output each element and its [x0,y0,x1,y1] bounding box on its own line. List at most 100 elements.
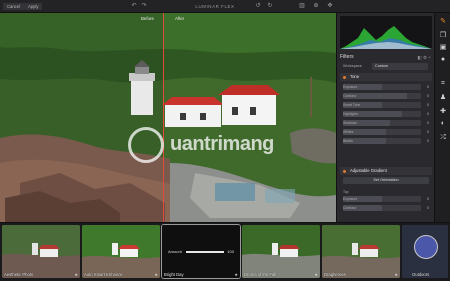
section-dot-icon [343,169,346,173]
after-label: After [175,16,185,21]
slider-exposure[interactable]: Exposure 0 [343,84,429,90]
gradient-section-title: Adjustable Gradient [350,168,387,173]
slider-whites[interactable]: Whites 0 [343,129,429,135]
presets-filmstrip: Aesthetic Photo ★ Auto Smart Enhance ★ A… [0,222,450,281]
rotate-right-icon[interactable]: ↻ [266,2,274,11]
slider-value: 0 [427,111,429,116]
preset-category-thumb[interactable]: Outdoors [402,225,448,278]
slider-contrast[interactable]: Contrast 0 [343,93,429,99]
preset-thumb-selected[interactable]: Amount 100 Bright Day ★ [161,224,241,279]
filters-panel: Filters ◧ ⚙ + Workspace Custom Tone Expo… [336,13,434,222]
watermark-logo-icon [128,127,164,163]
slider-value: 0 [427,205,429,210]
compare-icon[interactable]: ▥ [298,2,306,11]
slider-track[interactable] [343,138,421,144]
tone-section-header[interactable]: Tone [340,73,432,81]
slider-label: Highlights [343,111,358,116]
apply-button[interactable]: Apply [24,3,43,10]
top-label-row: Top [343,189,429,194]
slider-label: Exposure [343,196,358,201]
top-bar: Cancel Apply ↶ ↷ LUMINAR FLEX ↺ ↻ ▥ ⊕ ✥ [0,0,450,13]
preset-icon[interactable]: ◧ [418,55,422,60]
hand-icon[interactable]: ✥ [326,2,334,11]
slider-value: 0 [427,102,429,107]
amount-track[interactable] [186,251,224,253]
tool-strip: ✎ ❐ ▣ ● ⌗ ♟ ✚ ◐ ⤮ [434,13,450,222]
watermark-text: uantrimang [170,133,274,155]
workspace-select[interactable]: Custom [372,63,428,70]
preset-caption: Outdoors [412,272,430,277]
filters-title: Filters [340,54,354,60]
amount-value: 100 [227,249,234,254]
slider-blacks[interactable]: Blacks 0 [343,138,429,144]
preset-thumb[interactable]: Auto Smart Enhance ★ [82,225,160,278]
amount-fill [186,251,224,253]
slider-label: Contrast [343,93,356,98]
slider-label: Whites [343,129,354,134]
slider-label: Contrast [343,205,356,210]
landscape-image [0,13,336,222]
slider-value: 0 [427,120,429,125]
star-icon[interactable]: ★ [154,272,158,277]
arrows-icon[interactable]: ⤮ [438,133,448,143]
preset-caption: Dragheroes [324,272,346,277]
preset-caption: Drama of the Fall [244,272,277,277]
bandaid-icon[interactable]: ✚ [438,107,448,117]
adjust-icon[interactable]: ◐ [438,119,448,129]
slider-value: 0 [427,196,429,201]
preset-thumb[interactable]: Dragheroes ★ [322,225,400,278]
slider-value: 0 [427,93,429,98]
gradient-section-header[interactable]: Adjustable Gradient [340,167,432,175]
amount-slider[interactable]: Amount 100 [168,249,234,255]
amount-label: Amount [168,249,182,254]
slider-contrast[interactable]: Contrast 0 [343,205,429,211]
histogram [340,16,432,49]
cancel-button[interactable]: Cancel [3,3,25,10]
star-icon[interactable]: ★ [394,272,398,277]
circle-icon[interactable]: ● [438,55,448,65]
outdoors-badge-icon [414,235,438,259]
watermark: uantrimang [118,121,278,171]
slider-track[interactable] [343,129,421,135]
undo-icon[interactable]: ↶ [130,2,138,11]
crop-icon[interactable]: ⌗ [438,79,448,89]
top-label: Top [343,189,349,194]
history-icon[interactable]: ↷ [140,2,148,11]
star-icon[interactable]: ★ [314,272,318,277]
section-dot-icon [343,75,346,79]
preset-caption: Aesthetic Photo [4,272,34,277]
workspace-row: Workspace Custom [340,63,432,71]
preset-caption: Auto Smart Enhance [84,272,123,277]
person-icon[interactable]: ♟ [438,93,448,103]
workspace-label: Workspace [343,64,362,68]
preset-thumb[interactable]: Drama of the Fall ★ [242,225,320,278]
star-icon[interactable]: ★ [234,272,238,277]
star-icon[interactable]: ★ [74,272,78,277]
slider-value: 0 [427,84,429,89]
preset-thumb[interactable]: Aesthetic Photo ★ [2,225,80,278]
image-icon[interactable]: ▣ [438,43,448,53]
slider-shadows[interactable]: Shadows 0 [343,120,429,126]
rotate-left-icon[interactable]: ↺ [254,2,262,11]
slider-highlights[interactable]: Highlights 0 [343,111,429,117]
slider-value: 0 [427,129,429,134]
set-orientation-button[interactable]: Set Orientation [343,177,429,184]
filters-header: Filters ◧ ⚙ + [340,53,432,62]
slider-value: 0 [427,138,429,143]
zoom-icon[interactable]: ⊕ [312,2,320,11]
before-label: Before [141,16,154,21]
settings-icon[interactable]: ⚙ [423,55,427,60]
add-filter-icon[interactable]: + [428,55,431,60]
slider-smart-tone[interactable]: Smart Tone 0 [343,102,429,108]
slider-label: Shadows [343,120,357,125]
preset-caption: Bright Day [164,272,184,277]
slider-exposure[interactable]: Exposure 0 [343,196,429,202]
slider-label: Smart Tone [343,102,361,107]
slider-label: Blacks [343,138,353,143]
brush-icon[interactable]: ✎ [438,17,448,27]
slider-label: Exposure [343,84,358,89]
before-after-divider[interactable] [163,13,164,222]
photo-canvas[interactable]: Before After uantrimang [0,13,336,222]
layers-icon[interactable]: ❐ [438,31,448,41]
tone-section-title: Tone [350,74,360,79]
